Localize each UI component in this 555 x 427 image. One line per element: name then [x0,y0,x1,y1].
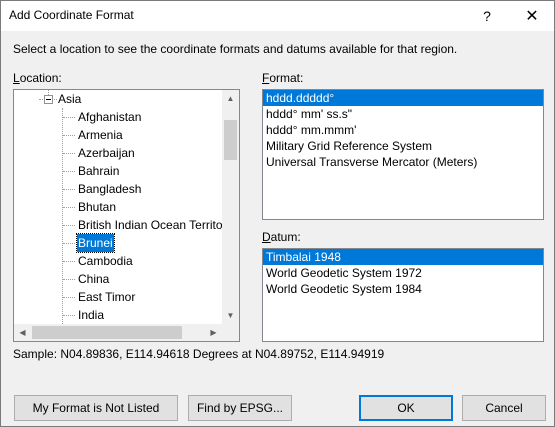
tree-node-asia[interactable]: Asia [14,90,222,108]
close-button[interactable]: ✕ [510,1,554,31]
tree-node[interactable]: British Indian Ocean Territor [14,216,222,234]
arrow-right-icon[interactable]: ▶ [205,324,222,341]
arrow-up-icon[interactable]: ▲ [222,90,239,107]
window-title: Add Coordinate Format [9,8,134,22]
arrow-down-icon[interactable]: ▼ [222,307,239,324]
scrollbar-corner [222,324,239,341]
format-list-item[interactable]: hddd° mm.mmm' [263,122,543,138]
tree-node-label: Afghanistan [78,110,142,124]
horizontal-scroll-thumb[interactable] [32,326,182,339]
tree-connector [63,117,75,118]
format-listbox[interactable]: hddd.ddddd° hddd° mm' ss.s" hddd° mm.mmm' M… [262,89,544,220]
tree-node[interactable]: Azerbaijan [14,144,222,162]
vertical-scroll-thumb[interactable] [224,120,237,160]
tree-connector [63,297,75,298]
tree-node-label: China [78,272,110,286]
datum-list-item[interactable]: World Geodetic System 1984 [263,281,543,297]
format-label: Format: [262,71,303,85]
title-bar: Add Coordinate Format ? ✕ [1,1,554,31]
datum-list-item[interactable]: World Geodetic System 1972 [263,265,543,281]
help-button[interactable]: ? [465,1,509,31]
location-label-accesskey: L [13,71,20,85]
location-tree-rows: Asia Afghanistan Armenia Azerbaijan Bahrain… [14,90,222,324]
tree-connector [63,153,75,154]
datum-label-accesskey: D [262,230,271,244]
tree-node-label: Asia [58,92,82,106]
tree-connector [63,189,75,190]
datum-list-item[interactable]: Timbalai 1948 [263,249,543,265]
tree-node[interactable]: Bahrain [14,162,222,180]
tree-node[interactable]: Bangladesh [14,180,222,198]
tree-node[interactable]: East Timor [14,288,222,306]
tree-node-label: Brunei [76,233,115,253]
tree-node[interactable]: Armenia [14,126,222,144]
add-coordinate-format-dialog: Add Coordinate Format ? ✕ Select a locat… [0,0,555,427]
cancel-button[interactable]: Cancel [462,395,546,421]
tree-node-label: East Timor [78,290,136,304]
tree-node[interactable]: India [14,306,222,324]
sample-text: Sample: N04.89836, E114.94618 Degrees at… [13,347,385,361]
tree-node[interactable]: Brunei [14,233,222,253]
location-tree[interactable]: Asia Afghanistan Armenia Azerbaijan Bahrain… [13,89,240,342]
location-label-text: ocation: [19,71,62,85]
datum-listbox[interactable]: Timbalai 1948 World Geodetic System 1972 W… [262,248,544,342]
location-vertical-scrollbar[interactable]: ▲ ▼ [222,90,239,324]
close-icon: ✕ [525,8,539,25]
location-horizontal-scrollbar[interactable]: ◀ ▶ [14,324,222,341]
format-label-text: ormat: [269,71,304,85]
tree-node-label: India [78,308,105,322]
tree-connector [63,261,75,262]
find-by-epsg-button[interactable]: Find by EPSG... [188,395,292,421]
tree-node[interactable]: China [14,270,222,288]
tree-node[interactable]: Bhutan [14,198,222,216]
tree-node-label: Bahrain [78,164,120,178]
tree-connector [63,207,75,208]
tree-node[interactable]: Afghanistan [14,108,222,126]
tree-node-label: Bhutan [78,200,117,214]
tree-connector [63,171,75,172]
my-format-not-listed-button[interactable]: My Format is Not Listed [14,395,178,421]
format-list-item[interactable]: hddd° mm' ss.s" [263,106,543,122]
tree-connector [63,135,75,136]
tree-connector [63,279,75,280]
tree-connector [63,225,75,226]
help-icon: ? [483,8,491,24]
datum-label-text: atum: [270,230,301,244]
format-list-item[interactable]: hddd.ddddd° [263,90,543,106]
tree-connector [63,315,75,316]
instruction-text: Select a location to see the coordinate … [13,42,458,56]
arrow-left-icon[interactable]: ◀ [14,324,31,341]
minus-box-icon[interactable] [44,95,53,104]
datum-label: Datum: [262,230,301,244]
tree-node-label: Armenia [78,128,123,142]
tree-node-label: Azerbaijan [78,146,135,160]
ok-button[interactable]: OK [359,395,453,421]
tree-node-label: Bangladesh [78,182,142,196]
tree-node-label: Cambodia [78,254,133,268]
format-list-item[interactable]: Military Grid Reference System [263,138,543,154]
tree-connector [63,243,75,244]
tree-node-label: British Indian Ocean Territor [78,218,222,232]
tree-node[interactable]: Cambodia [14,252,222,270]
format-list-item[interactable]: Universal Transverse Mercator (Meters) [263,154,543,170]
location-label: Location: [13,71,62,85]
